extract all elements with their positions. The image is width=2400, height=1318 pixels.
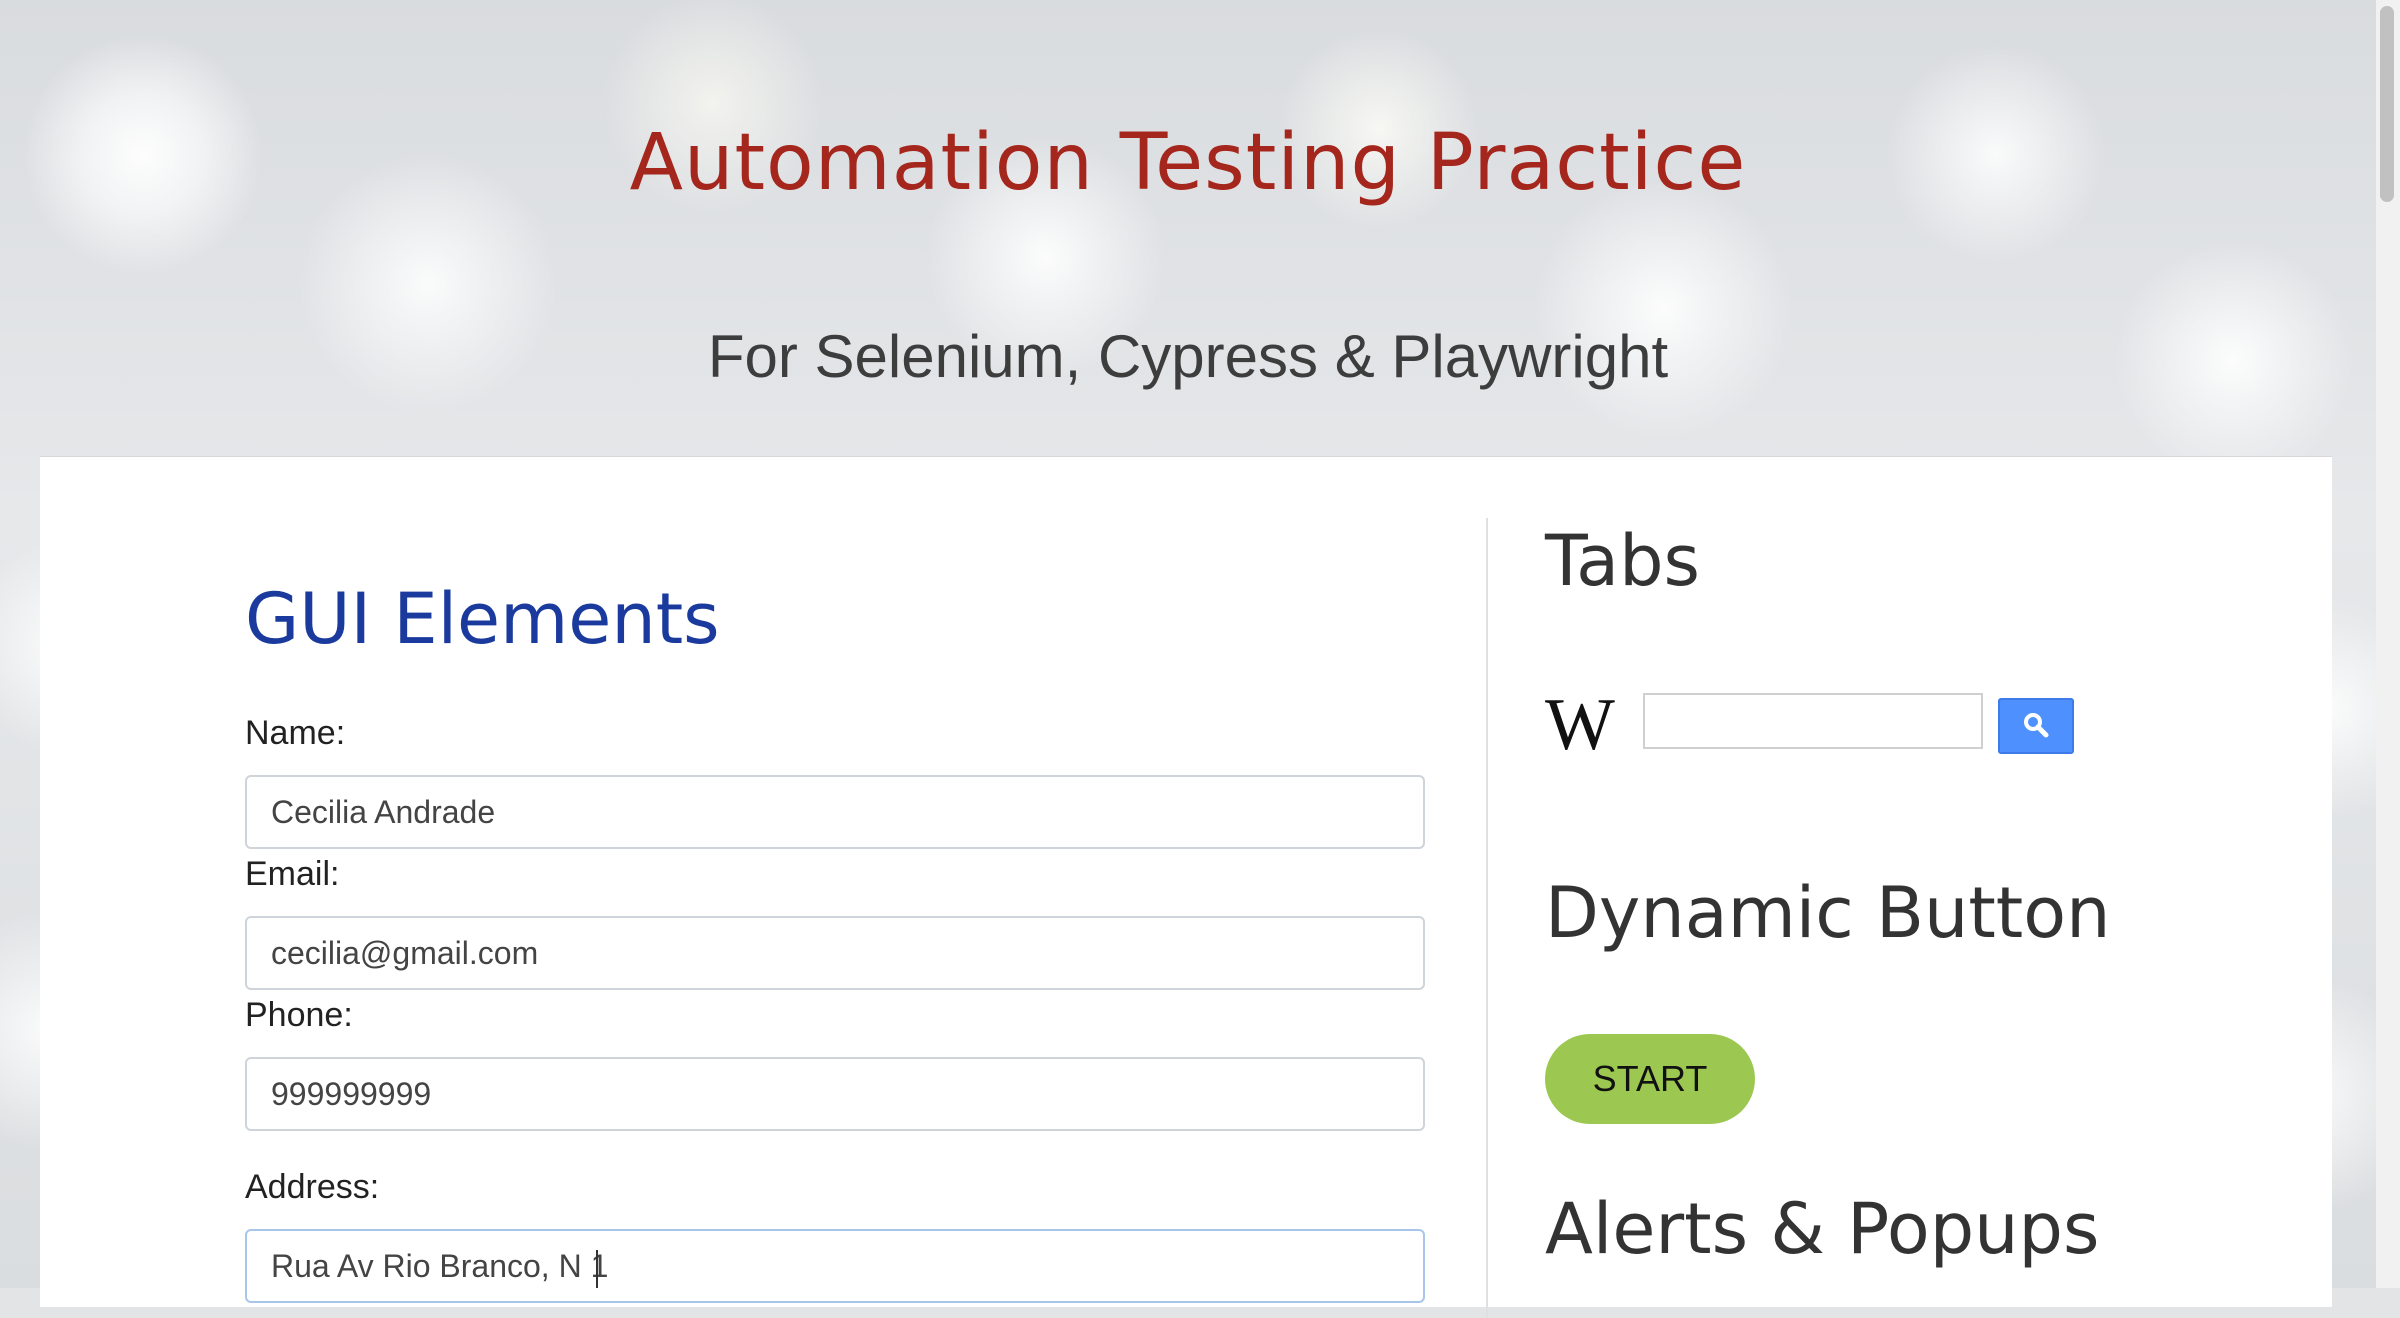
address-label: Address:: [245, 1168, 380, 1206]
column-divider: [1486, 518, 1488, 1318]
wikipedia-logo: W: [1545, 684, 1615, 766]
email-input[interactable]: [245, 916, 1425, 990]
text-caret: [596, 1250, 598, 1288]
address-input[interactable]: [245, 1229, 1425, 1303]
tabs-heading: Tabs: [1545, 520, 1700, 602]
phone-label: Phone:: [245, 996, 353, 1034]
name-input[interactable]: [245, 775, 1425, 849]
wikipedia-search-button[interactable]: [1998, 698, 2074, 754]
alerts-popups-heading: Alerts & Popups: [1545, 1188, 2100, 1270]
gui-elements-heading: GUI Elements: [245, 578, 720, 660]
page-title: Automation Testing Practice: [629, 118, 1747, 208]
name-label: Name:: [245, 714, 346, 752]
scrollbar-thumb[interactable]: [2380, 6, 2394, 202]
search-icon: [2022, 711, 2050, 742]
dynamic-button-heading: Dynamic Button: [1545, 872, 2111, 954]
start-button[interactable]: START: [1545, 1034, 1755, 1124]
wikipedia-search-input[interactable]: [1643, 693, 1983, 749]
phone-input[interactable]: [245, 1057, 1425, 1131]
page-subtitle: For Selenium, Cypress & Playwright: [707, 323, 1669, 390]
email-label: Email:: [245, 855, 340, 893]
